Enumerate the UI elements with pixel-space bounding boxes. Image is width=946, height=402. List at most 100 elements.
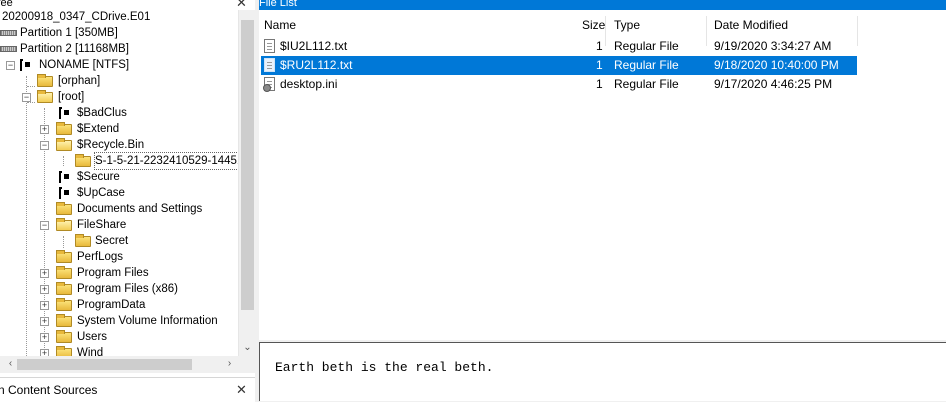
- text-file-icon: [264, 39, 275, 53]
- file-date: 9/17/2020 4:46:25 PM: [714, 77, 833, 91]
- text-file-icon: [264, 58, 275, 72]
- column-header-date-modified[interactable]: Date Modified: [714, 16, 788, 34]
- tree-item-partition-2[interactable]: Partition 2 [11168MB]: [0, 41, 238, 57]
- tree-item-secure[interactable]: $Secure: [0, 169, 238, 185]
- disk-icon: [0, 30, 17, 36]
- tree-horizontal-scrollbar[interactable]: ‹ ›: [0, 356, 238, 373]
- folder-icon: [56, 266, 72, 279]
- column-header-type[interactable]: Type: [614, 16, 640, 34]
- file-name: desktop.ini: [280, 77, 338, 91]
- tree-item-label: Secret: [95, 235, 129, 247]
- column-header-name[interactable]: Name: [264, 16, 296, 34]
- collapse-icon[interactable]: −: [22, 93, 31, 102]
- file-row[interactable]: $IU2L112.txt 1 Regular File 9/19/2020 3:…: [261, 37, 857, 56]
- folder-icon: [56, 314, 72, 327]
- tree-item-badclus[interactable]: $BadClus: [0, 105, 238, 121]
- expand-icon[interactable]: +: [40, 317, 49, 326]
- preview-text: Earth beth is the real beth.: [275, 360, 494, 375]
- settings-file-icon: [263, 77, 275, 92]
- file-list-title: File List: [259, 0, 297, 9]
- file-preview-pane[interactable]: Earth beth is the real beth.: [259, 342, 946, 401]
- tree-item-label: Documents and Settings: [77, 203, 203, 215]
- column-header-size[interactable]: Size: [582, 16, 605, 34]
- tree-item-image[interactable]: 20200918_0347_CDrive.E01: [0, 10, 238, 25]
- tree-item-label: Wind: [77, 347, 104, 356]
- tree-item-label: 20200918_0347_CDrive.E01: [2, 11, 151, 23]
- scrollbar-thumb[interactable]: [17, 359, 192, 370]
- expand-icon[interactable]: +: [40, 125, 49, 134]
- tree-vertical-scrollbar[interactable]: ⌄: [238, 10, 256, 356]
- tree-item-program-files[interactable]: + Program Files: [0, 265, 238, 281]
- scrollbar-corner: [238, 356, 255, 373]
- file-type: Regular File: [614, 58, 679, 72]
- collapse-icon[interactable]: −: [40, 221, 49, 230]
- close-icon[interactable]: ✕: [236, 0, 247, 10]
- tree-item-secret[interactable]: Secret: [0, 233, 238, 249]
- tree-item-windows[interactable]: + Wind: [0, 345, 238, 356]
- scrollbar-thumb[interactable]: [241, 20, 254, 310]
- tree-item-label: ProgramData: [77, 299, 146, 311]
- tree-item-system-volume-information[interactable]: + System Volume Information: [0, 313, 238, 329]
- content-sources-tab[interactable]: n Content Sources ✕: [0, 377, 255, 402]
- file-date: 9/18/2020 10:40:00 PM: [714, 58, 839, 72]
- tree-item-users[interactable]: + Users: [0, 329, 238, 345]
- collapse-icon[interactable]: −: [6, 61, 15, 70]
- file-tree-panel: File Tree ✕ 20200918_0347_CDrive.E01 Par…: [0, 0, 256, 377]
- scroll-down-icon[interactable]: ⌄: [239, 341, 256, 355]
- tree-item-partition-1[interactable]: Partition 1 [350MB]: [0, 25, 238, 41]
- tree-item-program-files-x86[interactable]: + Program Files (x86): [0, 281, 238, 297]
- content-sources-label: n Content Sources: [0, 383, 98, 397]
- tree-item-label: $Secure: [77, 171, 120, 183]
- file-row[interactable]: desktop.ini 1 Regular File 9/17/2020 4:4…: [261, 75, 857, 94]
- tree-item-documents-and-settings[interactable]: Documents and Settings: [0, 201, 238, 217]
- tree-item-label: System Volume Information: [77, 315, 218, 327]
- system-file-icon: [58, 107, 70, 119]
- tree-item-label: NONAME [NTFS]: [39, 59, 130, 71]
- tree-item-label: $Recycle.Bin: [77, 139, 145, 151]
- tree-item-extend[interactable]: + $Extend: [0, 121, 238, 137]
- collapse-icon[interactable]: −: [40, 141, 49, 150]
- folder-icon: [56, 298, 72, 311]
- folder-icon: [56, 330, 72, 343]
- expand-icon[interactable]: +: [40, 301, 49, 310]
- tree-item-noname-ntfs[interactable]: − NONAME [NTFS]: [0, 57, 238, 73]
- folder-open-icon: [56, 218, 72, 231]
- tree-item-label: Users: [77, 331, 108, 343]
- tree-item-programdata[interactable]: + ProgramData: [0, 297, 238, 313]
- file-tree-title: File Tree: [0, 0, 13, 9]
- filesystem-icon: [19, 59, 31, 71]
- folder-icon: [56, 250, 72, 263]
- column-divider[interactable]: [857, 16, 858, 46]
- expand-icon[interactable]: +: [40, 349, 49, 356]
- system-file-icon: [58, 171, 70, 183]
- file-size: 1: [596, 39, 603, 53]
- tree-item-label: $BadClus: [77, 107, 127, 119]
- tree-item-orphan[interactable]: [orphan]: [0, 73, 238, 89]
- file-size: 1: [596, 58, 603, 72]
- tree-item-upcase[interactable]: $UpCase: [0, 185, 238, 201]
- tree-item-sid-folder[interactable]: S-1-5-21-2232410529-144515: [0, 152, 238, 170]
- tree-item-label: FileShare: [77, 219, 127, 231]
- tree-item-label: S-1-5-21-2232410529-144515: [94, 152, 238, 170]
- file-tree-header: File Tree ✕: [0, 0, 255, 10]
- close-icon[interactable]: ✕: [236, 383, 247, 397]
- tree-item-fileshare[interactable]: − FileShare: [0, 217, 238, 233]
- folder-icon: [56, 346, 72, 356]
- folder-icon: [75, 154, 91, 167]
- tree-item-label: Program Files: [77, 267, 149, 279]
- tree-item-perflogs[interactable]: PerfLogs: [0, 249, 238, 265]
- folder-icon: [37, 74, 53, 87]
- tree-item-label: [orphan]: [58, 75, 101, 87]
- file-size: 1: [596, 77, 603, 91]
- tree-item-label: PerfLogs: [77, 251, 124, 263]
- expand-icon[interactable]: +: [40, 333, 49, 342]
- tree-item-root[interactable]: − [root]: [0, 89, 238, 105]
- folder-open-icon: [37, 90, 53, 103]
- file-name: $IU2L112.txt: [280, 39, 348, 53]
- tree-item-recycle-bin[interactable]: − $Recycle.Bin: [0, 137, 238, 153]
- expand-icon[interactable]: +: [40, 285, 49, 294]
- expand-icon[interactable]: +: [40, 269, 49, 278]
- file-row-selected[interactable]: $RU2L112.txt 1 Regular File 9/18/2020 10…: [261, 56, 857, 75]
- scroll-right-icon[interactable]: ›: [221, 357, 238, 371]
- file-name: $RU2L112.txt: [280, 58, 353, 72]
